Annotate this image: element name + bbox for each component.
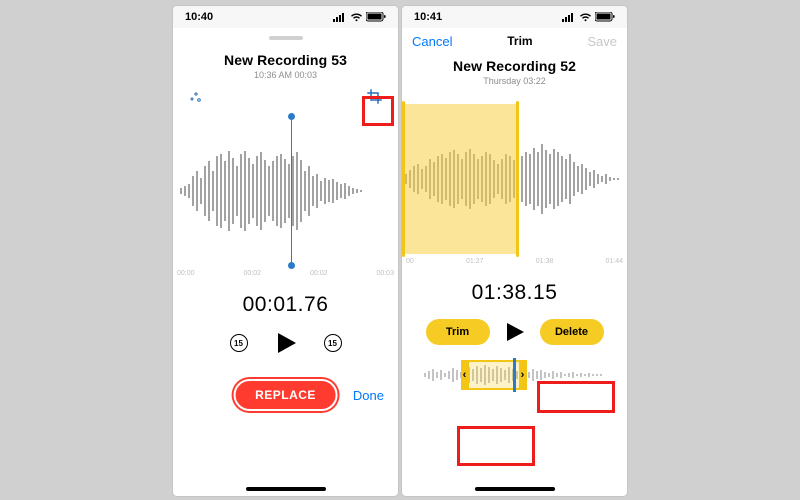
status-bar: 10:40	[173, 6, 398, 28]
delete-button[interactable]: Delete	[540, 319, 604, 345]
tick-label: 00:02	[243, 270, 261, 277]
skip-back-button[interactable]: 15	[230, 334, 248, 352]
skip-forward-button[interactable]: 15	[324, 334, 342, 352]
wifi-icon	[579, 13, 592, 22]
tick-label: 00	[406, 258, 414, 265]
tick-label: 00:03	[376, 270, 394, 277]
timeline-ticks: 00 01:27 01:38 01:44	[402, 254, 627, 265]
current-time: 01:38.15	[402, 281, 627, 305]
enhance-icon[interactable]	[187, 88, 205, 106]
recording-title[interactable]: New Recording 53	[173, 52, 398, 68]
signal-icon	[333, 13, 347, 22]
recording-title[interactable]: New Recording 52	[402, 58, 627, 74]
tick-label: 01:44	[605, 258, 623, 265]
home-indicator[interactable]	[246, 487, 326, 491]
overview-left-handle[interactable]: ‹	[461, 360, 469, 390]
recording-subtitle: 10:36 AM 00:03	[173, 70, 398, 80]
timeline-ticks: 00:00 00:02 00:02 00:03	[173, 266, 398, 277]
battery-icon	[366, 12, 386, 22]
status-bar-time: 10:40	[185, 11, 213, 23]
crop-icon[interactable]	[366, 88, 384, 106]
sheet-grabber[interactable]	[173, 28, 398, 48]
playhead[interactable]	[291, 116, 292, 266]
tick-label: 01:38	[536, 258, 554, 265]
current-time: 00:01.76	[173, 293, 398, 317]
play-button[interactable]	[274, 331, 298, 355]
trim-end-handle[interactable]	[516, 101, 519, 257]
tick-label: 00:02	[310, 270, 328, 277]
status-bar-time: 10:41	[414, 11, 442, 23]
done-button[interactable]: Done	[353, 388, 384, 403]
save-button: Save	[587, 34, 617, 49]
nav-bar: Cancel Trim Save	[402, 28, 627, 54]
left-screen: 10:40 New Recording 53 10:36 AM 00:03	[173, 6, 398, 496]
overview-cursor[interactable]	[513, 358, 516, 392]
home-indicator[interactable]	[475, 487, 555, 491]
status-bar-icons	[562, 12, 615, 22]
status-bar-icons	[333, 12, 386, 22]
play-button[interactable]	[504, 321, 526, 343]
transport-controls: 15 15	[173, 331, 398, 355]
replace-button[interactable]: REPLACE	[233, 379, 338, 411]
status-bar: 10:41	[402, 6, 627, 28]
battery-icon	[595, 12, 615, 22]
annotation-highlight	[457, 426, 535, 466]
waveform-overview[interactable]: ‹ ›	[402, 357, 627, 393]
cancel-button[interactable]: Cancel	[412, 34, 452, 49]
waveform-main[interactable]	[173, 116, 398, 266]
tick-label: 01:27	[466, 258, 484, 265]
trim-start-handle[interactable]	[402, 101, 405, 257]
right-screen: 10:41 Cancel Trim Save New Recording 52 …	[402, 6, 627, 496]
trim-button[interactable]: Trim	[426, 319, 490, 345]
recording-subtitle: Thursday 03:22	[402, 76, 627, 86]
overview-right-handle[interactable]: ›	[519, 360, 527, 390]
tick-label: 00:00	[177, 270, 195, 277]
signal-icon	[562, 13, 576, 22]
trim-selection[interactable]	[402, 104, 518, 254]
nav-title: Trim	[507, 34, 532, 48]
wifi-icon	[350, 13, 363, 22]
waveform-main[interactable]	[402, 104, 627, 254]
